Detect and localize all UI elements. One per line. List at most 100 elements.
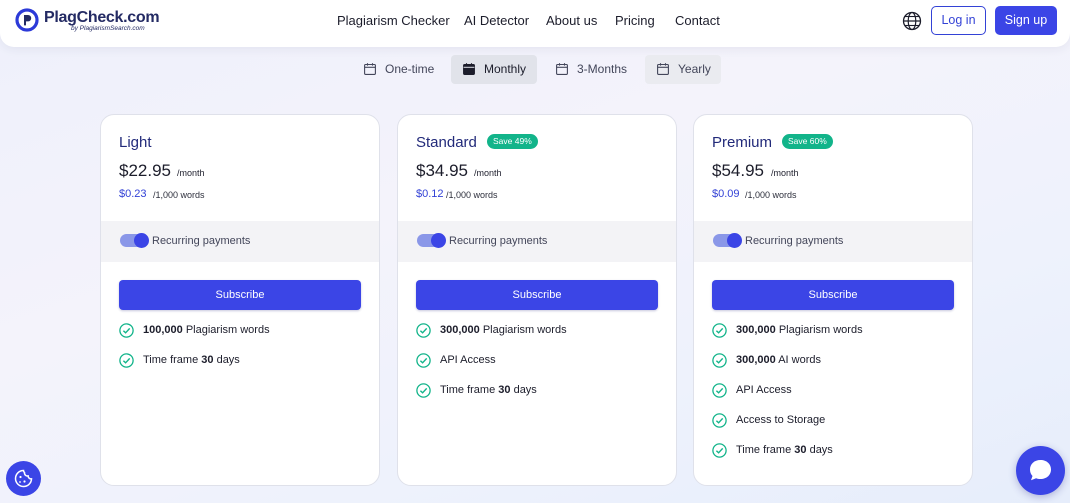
feature-text: Time frame <box>736 444 795 456</box>
check-circle-icon <box>712 443 727 458</box>
feature-text: API Access <box>736 384 792 396</box>
recurring-label: Recurring payments <box>152 235 251 247</box>
feature-text-after: days <box>213 354 240 366</box>
plan-name: Premium <box>712 134 773 151</box>
cookie-icon <box>14 469 33 488</box>
feature-text: Access to Storage <box>736 414 826 426</box>
calendar-icon <box>556 63 568 75</box>
nav-contact[interactable]: Contact <box>675 13 720 28</box>
toggle-knob <box>134 232 149 248</box>
feature-text: Plagiarism words <box>479 324 567 336</box>
logo-subtext: by PlagiarismSearch.com <box>71 25 145 32</box>
plan-card-premium: Premium Save 60% $54.95 /month $0.09 /1,… <box>693 114 973 486</box>
feature-bold: 30 <box>794 444 807 456</box>
plan-card-standard: Standard Save 49% $34.95 /month $0.12 /1… <box>397 114 677 486</box>
recurring-payments-row: Recurring payments <box>694 221 972 262</box>
tab-label: Yearly <box>678 62 711 76</box>
save-badge: Save 49% <box>487 134 538 149</box>
globe-icon[interactable] <box>902 11 922 31</box>
feature-item: 300,000 AI words <box>712 352 962 370</box>
check-circle-icon <box>416 383 431 398</box>
subscribe-button[interactable]: Subscribe <box>712 280 954 310</box>
cookie-settings-button[interactable] <box>6 461 41 496</box>
check-circle-icon <box>712 413 727 428</box>
feature-text: AI words <box>775 354 822 366</box>
chat-bubble-icon <box>1030 460 1051 481</box>
tab-monthly[interactable]: Monthly <box>451 55 537 84</box>
toggle-knob <box>727 232 742 248</box>
chat-button[interactable] <box>1016 446 1065 495</box>
feature-item: 300,000 Plagiarism words <box>712 322 962 340</box>
feature-text: Plagiarism words <box>182 324 270 336</box>
nav-about-us[interactable]: About us <box>546 13 597 28</box>
nav-ai-detector[interactable]: AI Detector <box>464 13 529 28</box>
feature-bold: 300,000 <box>440 324 480 336</box>
tab-label: One-time <box>385 62 435 76</box>
feature-item: API Access <box>712 382 962 400</box>
recurring-payments-row: Recurring payments <box>101 221 379 262</box>
recurring-toggle[interactable] <box>417 232 446 248</box>
nav-pricing[interactable]: Pricing <box>615 13 655 28</box>
plan-price: $54.95 <box>712 161 764 180</box>
feature-text-after: days <box>806 444 833 456</box>
feature-item: Access to Storage <box>712 412 962 430</box>
check-circle-icon <box>712 323 727 338</box>
tab-label: Monthly <box>484 62 527 76</box>
calendar-icon <box>657 63 669 75</box>
nav-plagiarism-checker[interactable]: Plagiarism Checker <box>337 13 450 28</box>
check-circle-icon <box>119 323 134 338</box>
calendar-icon <box>463 63 475 75</box>
login-button[interactable]: Log in <box>931 6 986 35</box>
recurring-label: Recurring payments <box>745 235 844 247</box>
word-unit: /1,000 words <box>153 190 205 200</box>
check-circle-icon <box>712 353 727 368</box>
plan-price: $34.95 <box>416 161 468 180</box>
feature-bold: 30 <box>201 354 214 366</box>
recurring-toggle[interactable] <box>713 232 742 248</box>
toggle-knob <box>431 232 446 248</box>
feature-bold: 300,000 <box>736 324 776 336</box>
recurring-payments-row: Recurring payments <box>398 221 676 262</box>
word-price: $0.23 <box>119 188 147 200</box>
tab-label: 3-Months <box>577 62 628 76</box>
check-circle-icon <box>119 353 134 368</box>
feature-text: Time frame <box>440 384 499 396</box>
check-circle-icon <box>416 323 431 338</box>
tab-yearly[interactable]: Yearly <box>645 55 721 84</box>
feature-text: Plagiarism words <box>775 324 863 336</box>
feature-bold: 100,000 <box>143 324 183 336</box>
price-period: /month <box>177 168 205 178</box>
word-price: $0.12 <box>416 188 444 200</box>
feature-item: API Access <box>416 352 666 370</box>
feature-text: Time frame <box>143 354 202 366</box>
check-circle-icon <box>416 353 431 368</box>
calendar-icon <box>364 63 376 75</box>
feature-item: 100,000 Plagiarism words <box>119 322 369 340</box>
word-unit: /1,000 words <box>446 190 498 200</box>
feature-item: 300,000 Plagiarism words <box>416 322 666 340</box>
signup-button[interactable]: Sign up <box>995 6 1057 35</box>
feature-bold: 300,000 <box>736 354 776 366</box>
recurring-label: Recurring payments <box>449 235 548 247</box>
tab-3-months[interactable]: 3-Months <box>544 55 638 84</box>
plagcheck-logo-icon <box>15 8 39 32</box>
plan-name: Standard <box>416 134 477 151</box>
recurring-toggle[interactable] <box>120 232 149 248</box>
feature-text: API Access <box>440 354 496 366</box>
tab-one-time[interactable]: One-time <box>352 55 444 84</box>
check-circle-icon <box>712 383 727 398</box>
plan-name: Light <box>119 134 152 151</box>
feature-item: Time frame 30 days <box>416 382 666 400</box>
feature-item: Time frame 30 days <box>119 352 369 370</box>
price-period: /month <box>474 168 502 178</box>
feature-bold: 30 <box>498 384 511 396</box>
feature-item: Time frame 30 days <box>712 442 962 460</box>
word-unit: /1,000 words <box>745 190 797 200</box>
logo[interactable]: PlagCheck.com by PlagiarismSearch.com <box>15 8 165 38</box>
subscribe-button[interactable]: Subscribe <box>416 280 658 310</box>
subscribe-button[interactable]: Subscribe <box>119 280 361 310</box>
plan-price: $22.95 <box>119 161 171 180</box>
word-price: $0.09 <box>712 188 740 200</box>
save-badge: Save 60% <box>782 134 833 149</box>
price-period: /month <box>771 168 799 178</box>
